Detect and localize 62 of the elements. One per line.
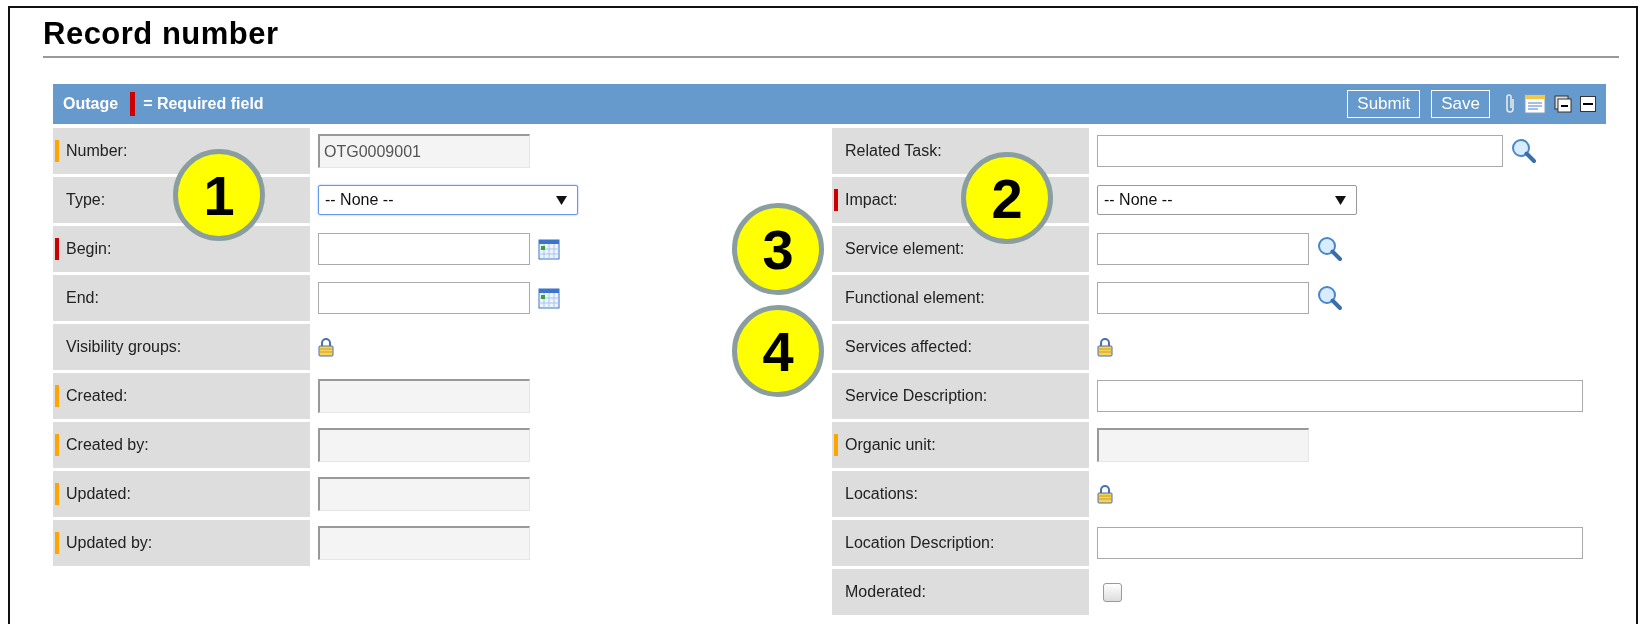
lock-icon[interactable] <box>1097 484 1113 504</box>
dropdown[interactable]: -- None -- <box>318 185 578 215</box>
field-label: Impact: <box>845 191 898 209</box>
field-label: Locations: <box>845 485 918 503</box>
field-marker <box>55 532 59 554</box>
field-marker <box>55 238 59 260</box>
readonly-field[interactable]: OTG0009001 <box>318 134 530 168</box>
search-icon[interactable] <box>1317 285 1343 311</box>
caret-icon <box>556 195 567 205</box>
callout-tooltip: 3 <box>732 203 824 295</box>
field-label: Updated: <box>66 485 131 503</box>
collapse-all-icon[interactable] <box>1554 95 1572 113</box>
text-field[interactable] <box>1097 527 1583 559</box>
lock-icon[interactable] <box>1097 337 1113 357</box>
caret-icon <box>1335 195 1346 205</box>
field-label: Moderated: <box>845 583 926 601</box>
paperclip-icon[interactable] <box>1504 93 1516 115</box>
field-label: Begin: <box>66 240 112 258</box>
notes-icon[interactable] <box>1524 93 1546 115</box>
checkbox[interactable] <box>1103 582 1122 602</box>
readonly-field[interactable] <box>318 477 530 511</box>
field-marker <box>55 140 59 162</box>
field-label: Type: <box>66 191 106 209</box>
field-marker <box>55 434 59 456</box>
text-field[interactable] <box>1097 380 1583 412</box>
calendar-icon[interactable] <box>538 287 560 309</box>
field-label: Organic unit: <box>845 436 936 454</box>
search-icon[interactable] <box>1511 138 1537 164</box>
legend-text: = Required field <box>143 95 264 113</box>
readonly-field[interactable] <box>318 428 530 462</box>
dropdown[interactable]: -- None -- <box>1097 185 1357 215</box>
field-marker <box>55 483 59 505</box>
field-label: Created: <box>66 387 128 405</box>
field-label: Location Description: <box>845 534 995 552</box>
lookup-field[interactable] <box>1097 233 1309 265</box>
lookup-field[interactable] <box>1097 135 1503 167</box>
field-label: Services affected: <box>845 338 972 356</box>
date-field[interactable] <box>318 282 530 314</box>
page-title: Record number <box>43 16 279 52</box>
field-label: Number: <box>66 142 128 160</box>
field-marker <box>834 189 838 211</box>
readonly-field[interactable] <box>318 379 530 413</box>
required-marker <box>130 92 136 116</box>
field-marker <box>55 385 59 407</box>
readonly-field[interactable] <box>1097 428 1309 462</box>
readonly-field[interactable] <box>318 526 530 560</box>
field-label: Visibility groups: <box>66 338 182 356</box>
search-icon[interactable] <box>1317 236 1343 262</box>
lock-icon[interactable] <box>318 337 334 357</box>
field-label: Service Description: <box>845 387 988 405</box>
calendar-icon[interactable] <box>538 238 560 260</box>
field-label: Created by: <box>66 436 149 454</box>
callout-tooltip: 4 <box>732 305 824 397</box>
field-label: Functional element: <box>845 289 985 307</box>
collapse-icon[interactable] <box>1580 96 1596 112</box>
field-marker <box>834 434 838 456</box>
field-label: End: <box>66 289 99 307</box>
field-label: Updated by: <box>66 534 153 552</box>
lookup-field[interactable] <box>1097 282 1309 314</box>
date-field[interactable] <box>318 233 530 265</box>
field-label: Related Task: <box>845 142 942 160</box>
form-title: Outage <box>63 95 119 113</box>
